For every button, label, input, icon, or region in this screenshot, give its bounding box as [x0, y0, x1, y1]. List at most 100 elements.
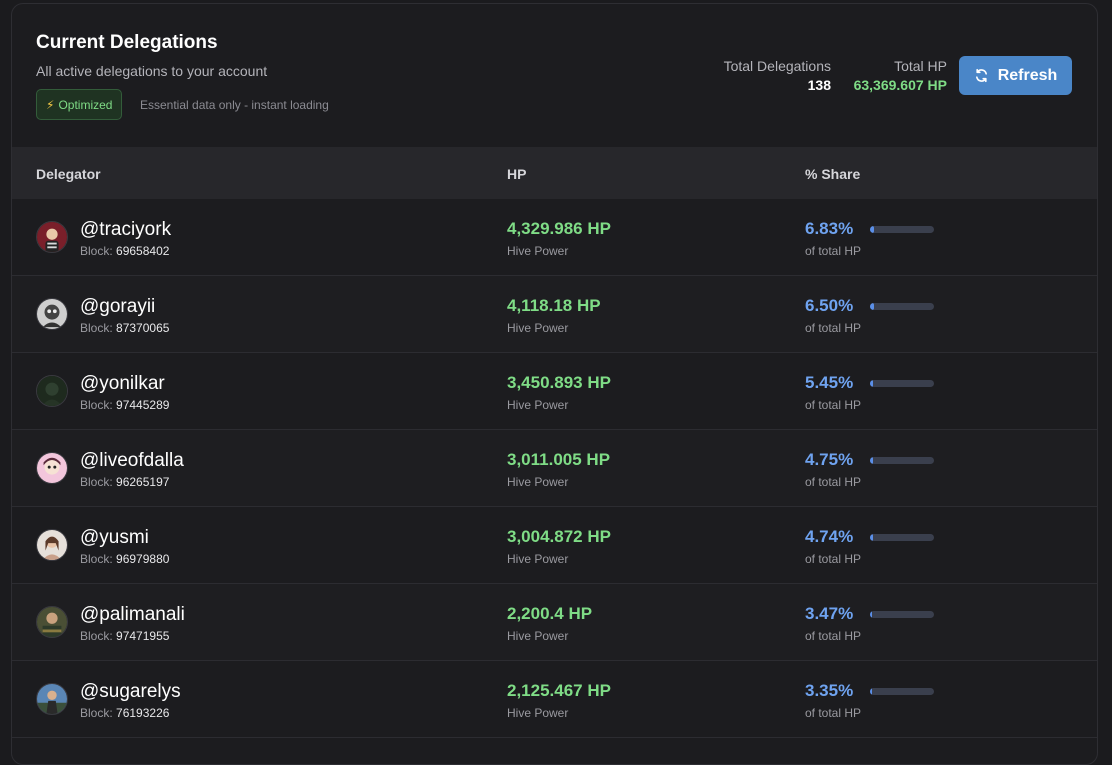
share-bar-fill — [870, 534, 874, 541]
avatar-pink-icon — [36, 452, 68, 484]
hp-value: 2,200.4 HP — [507, 604, 593, 623]
share-bar-fill — [870, 688, 873, 695]
delegator-name[interactable]: @sugarelys — [80, 681, 181, 703]
hp-sublabel: Hive Power — [507, 475, 569, 489]
block-prefix: Block: — [80, 552, 113, 566]
hp-value: 4,118.18 HP — [507, 296, 601, 315]
table-row: @gorayii Block: 87370065 4,118.18 HP Hiv… — [12, 276, 1097, 353]
block-number: 69658402 — [116, 244, 170, 258]
share-sublabel: of total HP — [805, 629, 862, 643]
block-prefix: Block: — [80, 244, 113, 258]
delegator-name[interactable]: @yusmi — [80, 527, 149, 549]
share-bar — [870, 380, 934, 387]
block-number: 76193226 — [116, 706, 170, 720]
table-row: @liveofdalla Block: 96265197 3,011.005 H… — [12, 430, 1097, 507]
hp-sublabel: Hive Power — [507, 552, 569, 566]
total-delegations-label: Total Delegations — [723, 58, 831, 74]
share-sublabel: of total HP — [805, 398, 862, 412]
avatar-gray-icon — [36, 298, 68, 330]
total-delegations-value: 138 — [807, 77, 831, 93]
table-header: Delegator HP % Share — [12, 147, 1097, 199]
share-bar — [870, 226, 934, 233]
delegator-name[interactable]: @gorayii — [80, 296, 155, 318]
table-row: @yusmi Block: 96979880 3,004.872 HP Hive… — [12, 507, 1097, 584]
delegator-name[interactable]: @yonilkar — [80, 373, 165, 395]
hp-value: 3,004.872 HP — [507, 527, 611, 546]
total-hp-value: 63,369.607 HP — [853, 77, 947, 93]
share-bar-fill — [870, 303, 875, 310]
table-row: @palimanali Block: 97471955 2,200.4 HP H… — [12, 584, 1097, 661]
refresh-icon — [975, 68, 987, 83]
page-title: Current Delegations — [36, 32, 218, 53]
share-percent: 6.50% — [805, 296, 854, 315]
share-percent: 4.74% — [805, 527, 854, 546]
table-row: @sugarelys Block: 76193226 2,125.467 HP … — [12, 661, 1097, 738]
share-bar — [870, 688, 934, 695]
block-number: 96979880 — [116, 552, 170, 566]
block-prefix: Block: — [80, 398, 113, 412]
share-percent: 6.83% — [805, 219, 854, 238]
share-bar-fill — [870, 457, 874, 464]
share-sublabel: of total HP — [805, 321, 862, 335]
refresh-button-label: Refresh — [997, 66, 1058, 84]
block-info: Block: 97445289 — [80, 398, 169, 412]
hp-value: 4,329.986 HP — [507, 219, 611, 238]
share-percent: 4.75% — [805, 450, 854, 469]
block-info: Block: 96979880 — [80, 552, 169, 566]
total-hp-stat: Total HP 63,369.607 HP — [854, 58, 947, 93]
hp-value: 3,450.893 HP — [507, 373, 611, 392]
delegator-name[interactable]: @liveofdalla — [80, 450, 184, 472]
block-info: Block: 96265197 — [80, 475, 169, 489]
share-sublabel: of total HP — [805, 706, 862, 720]
avatar-blue-icon — [36, 683, 68, 715]
total-hp-label: Total HP — [894, 58, 947, 74]
block-prefix: Block: — [80, 321, 113, 335]
block-number: 96265197 — [116, 475, 170, 489]
hp-sublabel: Hive Power — [507, 629, 569, 643]
badge-note: Essential data only - instant loading — [140, 98, 329, 112]
share-bar — [870, 303, 934, 310]
lightning-icon: ⚡ — [46, 97, 55, 112]
share-percent: 3.47% — [805, 604, 854, 623]
avatar-red-icon — [36, 221, 68, 253]
column-header-share: % Share — [805, 166, 861, 182]
hp-value: 2,125.467 HP — [507, 681, 611, 700]
page-subtitle: All active delegations to your account — [36, 63, 268, 79]
delegator-name[interactable]: @palimanali — [80, 604, 185, 626]
share-sublabel: of total HP — [805, 552, 862, 566]
share-bar-fill — [870, 611, 873, 618]
hp-value: 3,011.005 HP — [507, 450, 611, 469]
block-prefix: Block: — [80, 706, 113, 720]
avatar-dark-icon — [36, 375, 68, 407]
optimized-badge-label: Optimized — [58, 97, 113, 112]
block-info: Block: 97471955 — [80, 629, 169, 643]
hp-sublabel: Hive Power — [507, 706, 569, 720]
block-number: 97471955 — [116, 629, 170, 643]
column-header-delegator: Delegator — [36, 166, 101, 182]
share-sublabel: of total HP — [805, 244, 862, 258]
hp-sublabel: Hive Power — [507, 398, 569, 412]
delegations-card: Current Delegations All active delegatio… — [11, 3, 1098, 765]
hp-sublabel: Hive Power — [507, 321, 569, 335]
table-row: @yonilkar Block: 97445289 3,450.893 HP H… — [12, 353, 1097, 430]
block-prefix: Block: — [80, 475, 113, 489]
share-bar — [870, 611, 934, 618]
table-row: @traciyork Block: 69658402 4,329.986 HP … — [12, 199, 1097, 276]
block-number: 97445289 — [116, 398, 170, 412]
optimized-badge: ⚡ Optimized — [36, 89, 123, 120]
share-bar-fill — [870, 380, 874, 387]
share-percent: 3.35% — [805, 681, 854, 700]
column-header-hp: HP — [507, 166, 527, 182]
share-bar — [870, 534, 934, 541]
share-bar-fill — [870, 226, 875, 233]
refresh-button[interactable]: Refresh — [959, 56, 1072, 95]
delegator-name[interactable]: @traciyork — [80, 219, 171, 241]
block-info: Block: 69658402 — [80, 244, 169, 258]
share-percent: 5.45% — [805, 373, 854, 392]
card-header: Current Delegations All active delegatio… — [12, 4, 1097, 147]
block-number: 87370065 — [116, 321, 170, 335]
block-info: Block: 76193226 — [80, 706, 169, 720]
total-delegations-stat: Total Delegations 138 — [724, 58, 831, 93]
block-prefix: Block: — [80, 629, 113, 643]
share-sublabel: of total HP — [805, 475, 862, 489]
